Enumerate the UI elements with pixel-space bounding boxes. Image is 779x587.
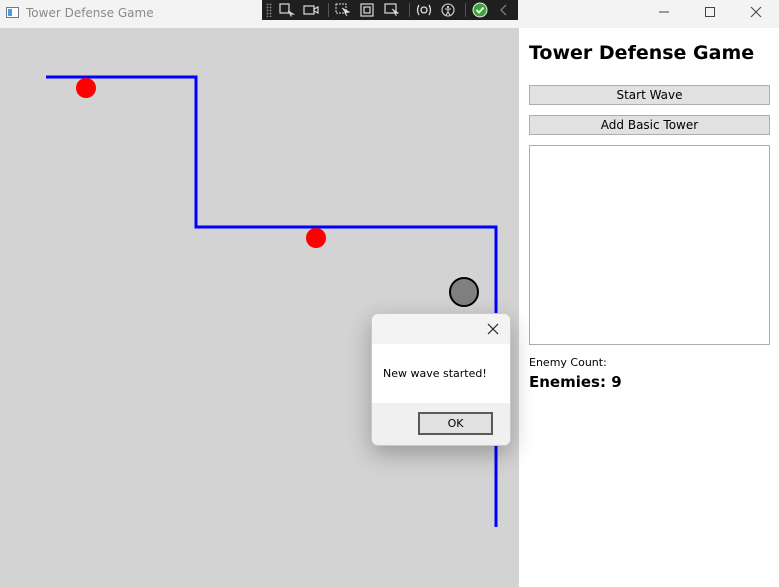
- toolbar-grip-handle[interactable]: [266, 3, 272, 17]
- message-dialog: New wave started! OK: [371, 313, 511, 446]
- toolbar-separator: [408, 3, 410, 17]
- ok-button[interactable]: OK: [418, 412, 493, 435]
- dialog-footer: OK: [372, 403, 510, 445]
- accessibility-icon[interactable]: [437, 2, 459, 18]
- dialog-title-bar: [372, 314, 510, 344]
- control-panel: Tower Defense Game Start Wave Add Basic …: [519, 28, 779, 587]
- toolbar-separator: [464, 3, 466, 17]
- select-element-icon[interactable]: [332, 2, 354, 18]
- panel-title: Tower Defense Game: [529, 42, 755, 64]
- live-visual-tree-icon[interactable]: [276, 2, 298, 18]
- toolbar-separator: [328, 3, 330, 17]
- game-field: [46, 75, 498, 527]
- basic-tower[interactable]: [449, 277, 479, 307]
- add-basic-tower-button[interactable]: Add Basic Tower: [529, 115, 770, 135]
- track-focused-element-icon[interactable]: [381, 2, 403, 18]
- debug-toolbar: [262, 0, 518, 20]
- dialog-message: New wave started!: [383, 367, 487, 380]
- enemy: [76, 78, 96, 98]
- maximize-icon[interactable]: [687, 0, 733, 24]
- binding-failures-icon[interactable]: [413, 2, 435, 18]
- window-app-icon: [6, 7, 19, 18]
- enemy-count-label: Enemy Count:: [529, 356, 607, 369]
- window-title: Tower Defense Game: [26, 6, 154, 20]
- game-canvas[interactable]: [0, 28, 519, 587]
- collapse-toolbar-icon[interactable]: [493, 2, 515, 18]
- display-layout-adorners-icon[interactable]: [357, 2, 379, 18]
- hot-reload-ok-icon[interactable]: [469, 2, 491, 18]
- tower-list-box[interactable]: [529, 145, 770, 345]
- title-bar: Tower Defense Game: [0, 0, 779, 28]
- dialog-close-icon[interactable]: [484, 320, 502, 338]
- start-wave-button[interactable]: Start Wave: [529, 85, 770, 105]
- enemy-count-value: Enemies: 9: [529, 373, 622, 391]
- close-icon[interactable]: [733, 0, 779, 24]
- window-controls: [641, 0, 779, 24]
- enemy-path: [46, 75, 498, 527]
- enemy: [306, 228, 326, 248]
- minimize-icon[interactable]: [641, 0, 687, 24]
- record-icon[interactable]: [300, 2, 322, 18]
